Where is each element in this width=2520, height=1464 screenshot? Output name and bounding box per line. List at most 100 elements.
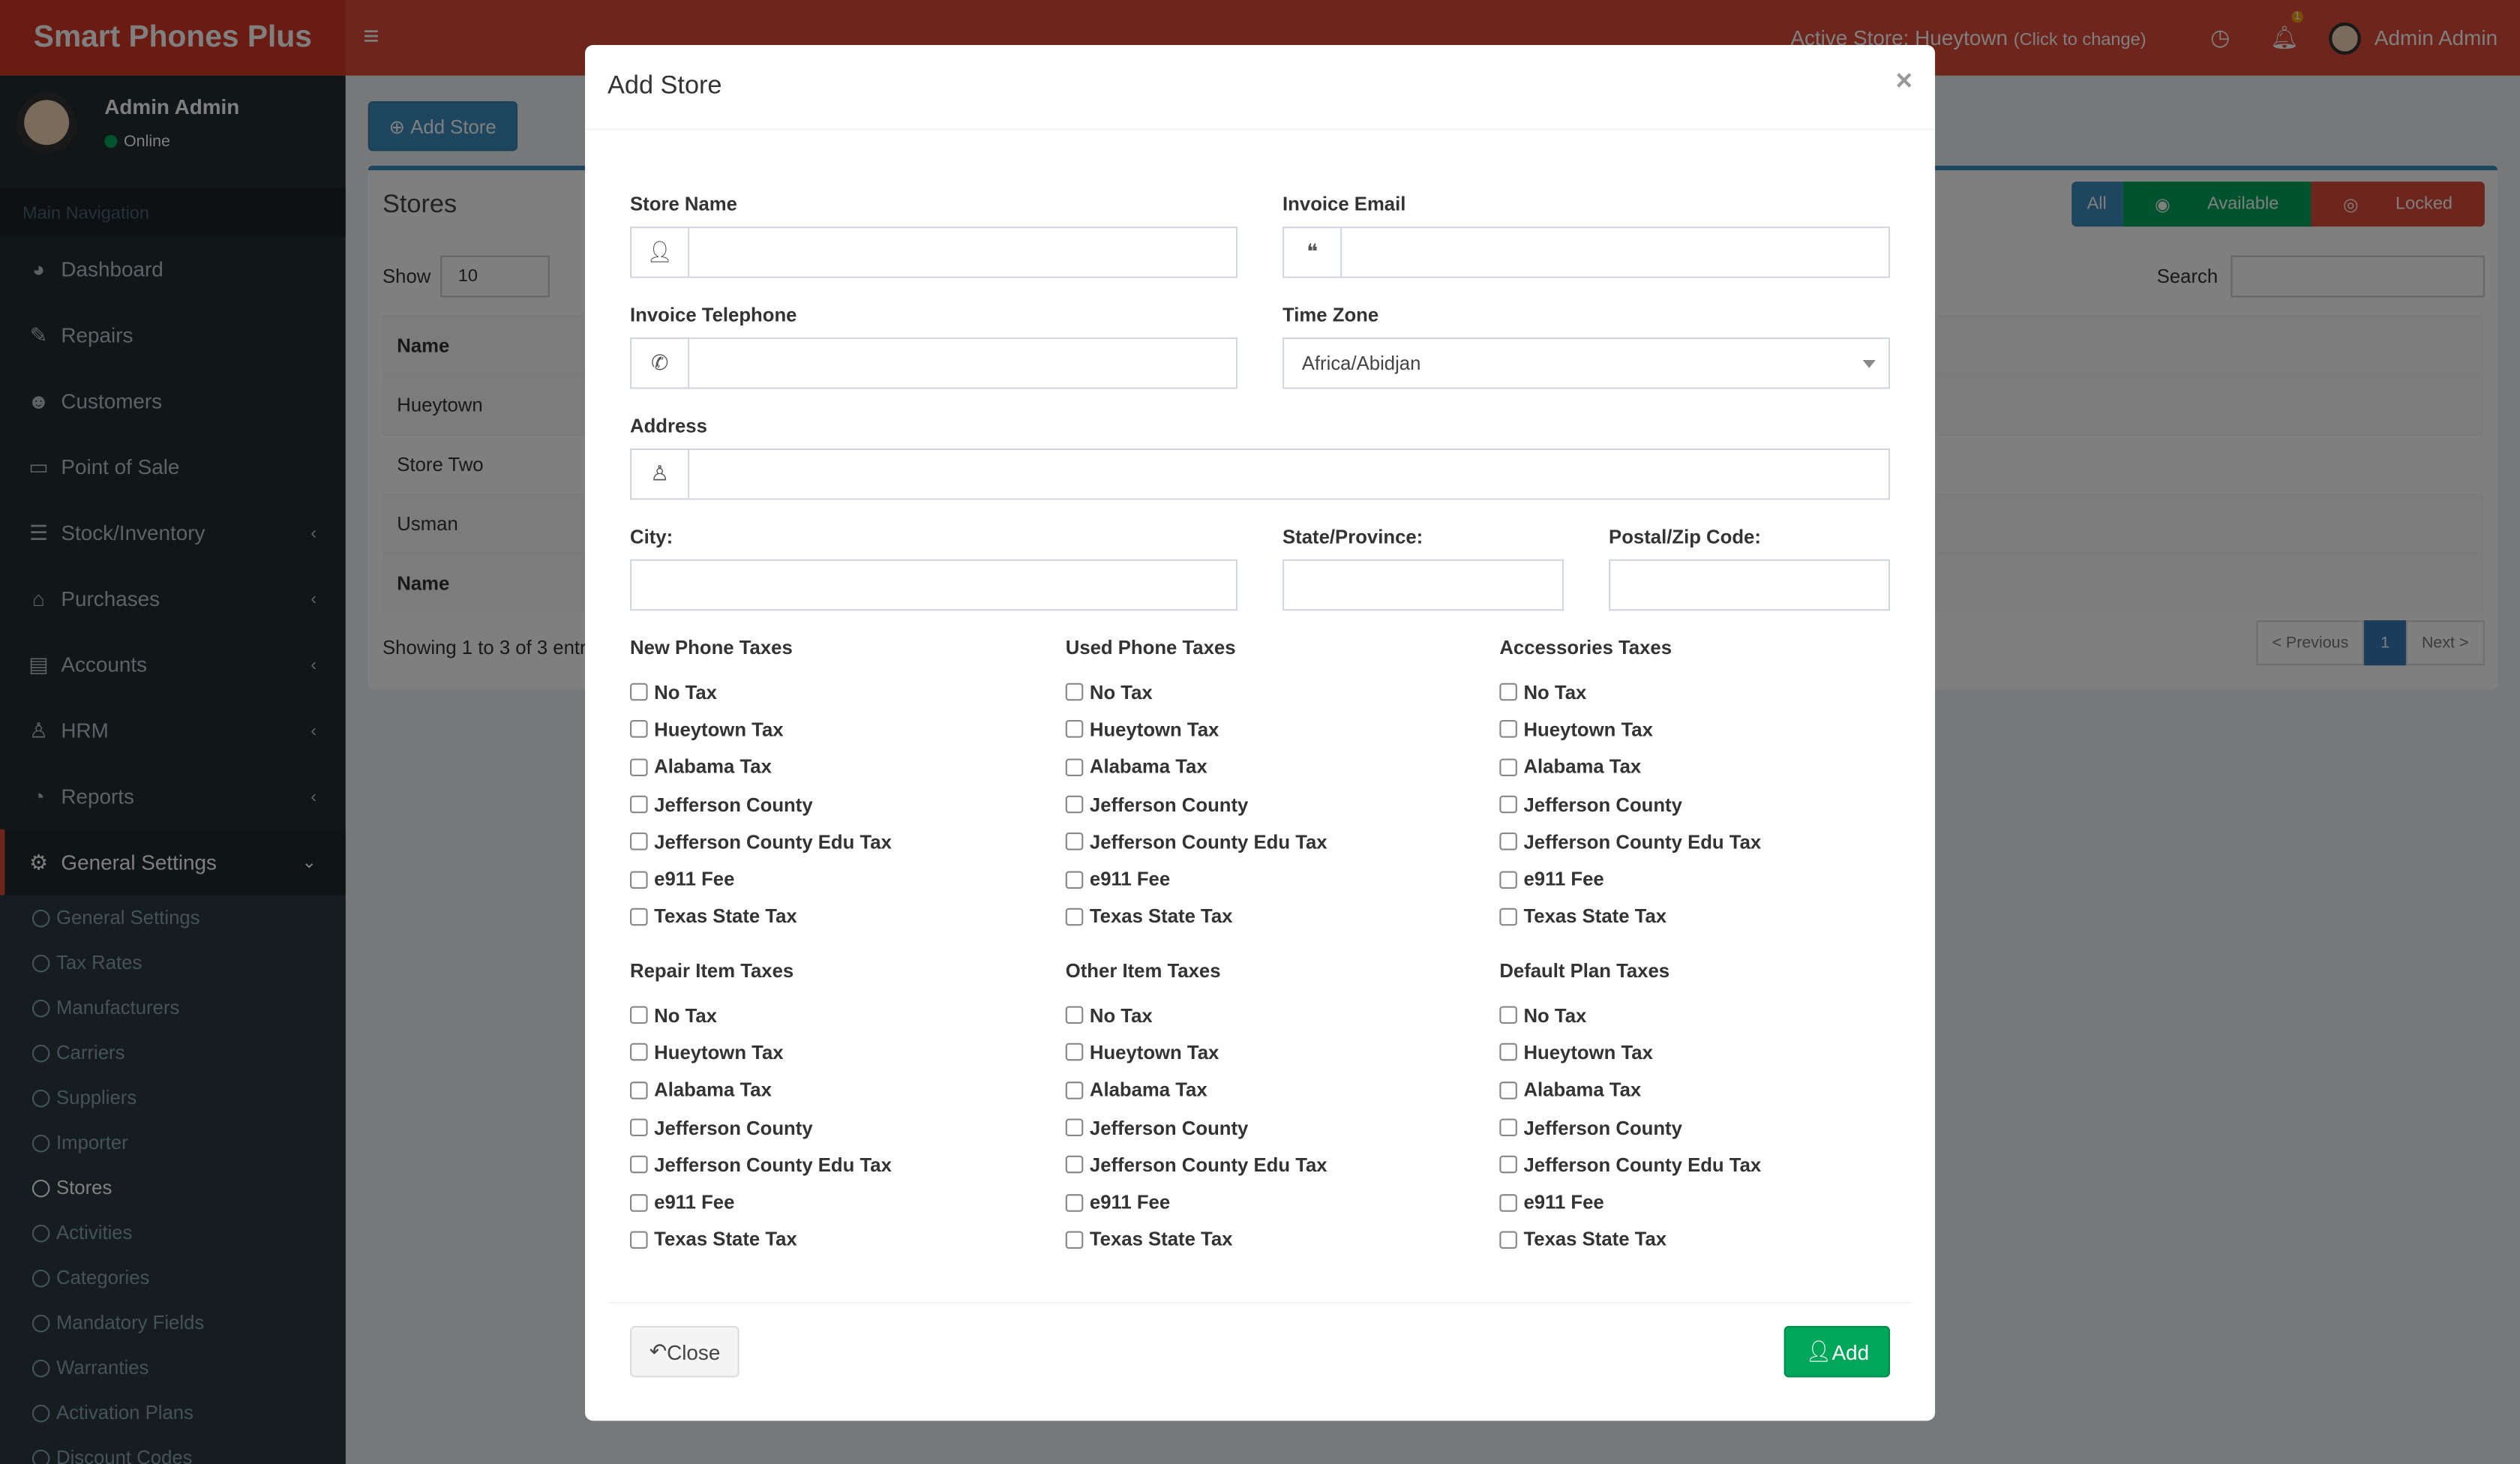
tax-option[interactable]: e911 Fee bbox=[1499, 1184, 1917, 1221]
checkbox[interactable] bbox=[1065, 1043, 1084, 1062]
tax-option[interactable]: Hueytown Tax bbox=[630, 711, 1048, 748]
checkbox[interactable] bbox=[630, 870, 648, 889]
checkbox[interactable] bbox=[1065, 1193, 1084, 1211]
checkbox[interactable] bbox=[1499, 870, 1517, 889]
tax-option[interactable]: Jefferson County Edu Tax bbox=[1499, 1146, 1917, 1184]
close-icon[interactable]: × bbox=[1896, 64, 1913, 98]
tax-option[interactable]: Alabama Tax bbox=[630, 1071, 1048, 1108]
checkbox[interactable] bbox=[1065, 832, 1084, 851]
state-input[interactable] bbox=[1282, 559, 1564, 611]
address-input[interactable] bbox=[689, 450, 1888, 499]
checkbox[interactable] bbox=[1065, 720, 1084, 739]
tax-option[interactable]: Texas State Tax bbox=[1065, 898, 1484, 935]
tax-option[interactable]: No Tax bbox=[1065, 997, 1484, 1034]
city-input[interactable] bbox=[630, 559, 1238, 611]
checkbox[interactable] bbox=[630, 1081, 648, 1100]
invoice-telephone-input[interactable] bbox=[689, 339, 1236, 388]
checkbox[interactable] bbox=[1065, 1231, 1084, 1249]
tax-option[interactable]: Jefferson County bbox=[630, 1108, 1048, 1146]
tax-option[interactable]: No Tax bbox=[1065, 674, 1484, 711]
checkbox[interactable] bbox=[1065, 683, 1084, 701]
tax-option[interactable]: Alabama Tax bbox=[1499, 1071, 1917, 1108]
checkbox[interactable] bbox=[1499, 683, 1517, 701]
checkbox[interactable] bbox=[630, 1156, 648, 1174]
checkbox[interactable] bbox=[1499, 1081, 1517, 1100]
tax-option[interactable]: Texas State Tax bbox=[630, 898, 1048, 935]
tax-option[interactable]: Jefferson County bbox=[630, 786, 1048, 824]
checkbox[interactable] bbox=[1499, 758, 1517, 776]
tax-option[interactable]: e911 Fee bbox=[630, 1184, 1048, 1221]
tax-option-label: Hueytown Tax bbox=[1523, 1041, 1653, 1064]
checkbox[interactable] bbox=[1065, 1081, 1084, 1100]
checkbox[interactable] bbox=[630, 1118, 648, 1137]
checkbox[interactable] bbox=[630, 720, 648, 739]
checkbox[interactable] bbox=[630, 795, 648, 814]
checkbox[interactable] bbox=[1065, 1118, 1084, 1137]
checkbox[interactable] bbox=[1499, 1006, 1517, 1024]
tax-option[interactable]: No Tax bbox=[630, 674, 1048, 711]
checkbox[interactable] bbox=[630, 1193, 648, 1211]
checkbox[interactable] bbox=[630, 683, 648, 701]
tax-option[interactable]: Alabama Tax bbox=[1499, 748, 1917, 786]
tax-option[interactable]: Jefferson County Edu Tax bbox=[630, 824, 1048, 861]
tax-option[interactable]: Jefferson County Edu Tax bbox=[630, 1146, 1048, 1184]
tax-option[interactable]: Jefferson County Edu Tax bbox=[1065, 1146, 1484, 1184]
checkbox[interactable] bbox=[1499, 720, 1517, 739]
tax-option[interactable]: Jefferson County bbox=[1499, 1108, 1917, 1146]
checkbox[interactable] bbox=[630, 908, 648, 926]
tax-option[interactable]: Jefferson County Edu Tax bbox=[1065, 824, 1484, 861]
checkbox[interactable] bbox=[1499, 832, 1517, 851]
tax-option[interactable]: Hueytown Tax bbox=[1065, 711, 1484, 748]
tax-option[interactable]: No Tax bbox=[1499, 997, 1917, 1034]
tax-option[interactable]: e911 Fee bbox=[1499, 860, 1917, 898]
tax-option[interactable]: No Tax bbox=[1499, 674, 1917, 711]
tax-option[interactable]: e911 Fee bbox=[1065, 1184, 1484, 1221]
tax-option[interactable]: Hueytown Tax bbox=[1499, 711, 1917, 748]
tax-option-label: Jefferson County bbox=[1523, 1116, 1682, 1139]
time-zone-select[interactable]: Africa/Abidjan bbox=[1282, 338, 1891, 389]
tax-group-title: Other Item Taxes bbox=[1065, 959, 1221, 982]
tax-option[interactable]: Jefferson County Edu Tax bbox=[1499, 824, 1917, 861]
tax-option[interactable]: Hueytown Tax bbox=[630, 1034, 1048, 1072]
checkbox[interactable] bbox=[1499, 1231, 1517, 1249]
checkbox[interactable] bbox=[630, 1043, 648, 1062]
close-button[interactable]: ↶ Close bbox=[630, 1325, 740, 1378]
tax-option[interactable]: Texas State Tax bbox=[630, 1221, 1048, 1258]
checkbox[interactable] bbox=[1065, 795, 1084, 814]
tax-option[interactable]: Alabama Tax bbox=[630, 748, 1048, 786]
checkbox[interactable] bbox=[1065, 1006, 1084, 1024]
tax-option[interactable]: Texas State Tax bbox=[1499, 1221, 1917, 1258]
checkbox[interactable] bbox=[1499, 1118, 1517, 1137]
tax-option[interactable]: Jefferson County bbox=[1065, 786, 1484, 824]
tax-option[interactable]: Alabama Tax bbox=[1065, 748, 1484, 786]
tax-option[interactable]: Alabama Tax bbox=[1065, 1071, 1484, 1108]
tax-group-accessories: Accessories Taxes No Tax Hueytown Tax Al… bbox=[1499, 637, 1917, 936]
checkbox[interactable] bbox=[1499, 795, 1517, 814]
tax-option[interactable]: No Tax bbox=[630, 997, 1048, 1034]
postal-input[interactable] bbox=[1609, 559, 1891, 611]
checkbox[interactable] bbox=[630, 1006, 648, 1024]
tax-option[interactable]: Hueytown Tax bbox=[1065, 1034, 1484, 1072]
checkbox[interactable] bbox=[1499, 908, 1517, 926]
tax-option[interactable]: Texas State Tax bbox=[1065, 1221, 1484, 1258]
checkbox[interactable] bbox=[630, 758, 648, 776]
tax-option[interactable]: Jefferson County bbox=[1499, 786, 1917, 824]
tax-option[interactable]: Hueytown Tax bbox=[1499, 1034, 1917, 1072]
store-name-label: Store Name bbox=[630, 193, 737, 216]
checkbox[interactable] bbox=[1065, 870, 1084, 889]
checkbox[interactable] bbox=[1065, 908, 1084, 926]
tax-option[interactable]: e911 Fee bbox=[1065, 860, 1484, 898]
tax-option[interactable]: Texas State Tax bbox=[1499, 898, 1917, 935]
invoice-email-input[interactable] bbox=[1342, 228, 1888, 277]
tax-option[interactable]: e911 Fee bbox=[630, 860, 1048, 898]
add-button[interactable]: 👤︎ Add bbox=[1784, 1325, 1891, 1378]
checkbox[interactable] bbox=[630, 832, 648, 851]
checkbox[interactable] bbox=[1065, 1156, 1084, 1174]
checkbox[interactable] bbox=[1499, 1043, 1517, 1062]
store-name-input[interactable] bbox=[689, 228, 1236, 277]
checkbox[interactable] bbox=[1499, 1193, 1517, 1211]
tax-option[interactable]: Jefferson County bbox=[1065, 1108, 1484, 1146]
checkbox[interactable] bbox=[630, 1231, 648, 1249]
checkbox[interactable] bbox=[1499, 1156, 1517, 1174]
checkbox[interactable] bbox=[1065, 758, 1084, 776]
